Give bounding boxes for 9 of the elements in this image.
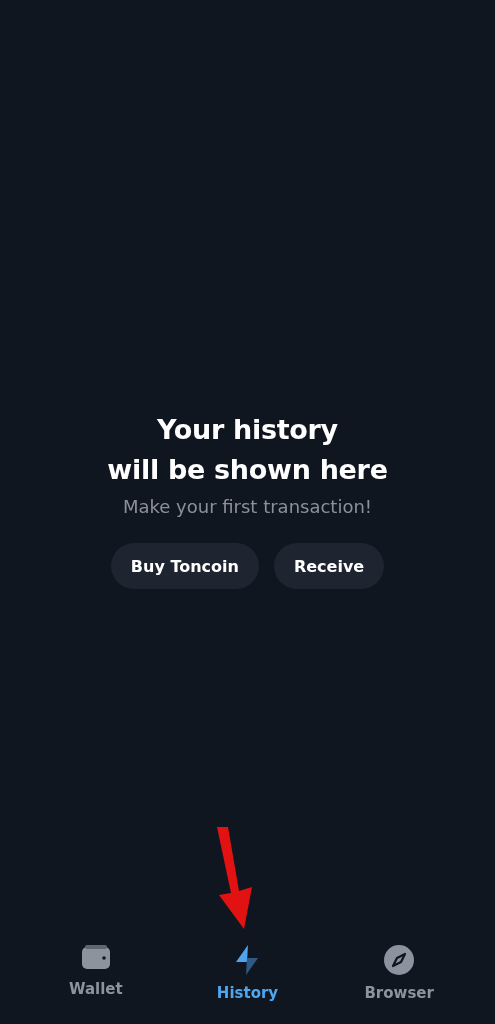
action-button[interactable]: Receive	[273, 543, 385, 589]
empty-state-subtitle: Make your first transaction!	[122, 496, 373, 517]
tab-item[interactable]: History	[192, 945, 303, 1002]
tab-item[interactable]: Wallet	[40, 945, 151, 1002]
tab-item[interactable]: Browser	[344, 945, 455, 1002]
compass-icon	[384, 945, 415, 975]
wallet-icon	[80, 945, 111, 971]
action-button[interactable]: Buy Toncoin	[110, 543, 259, 589]
empty-state-title: Your history will be shown here	[107, 413, 388, 487]
